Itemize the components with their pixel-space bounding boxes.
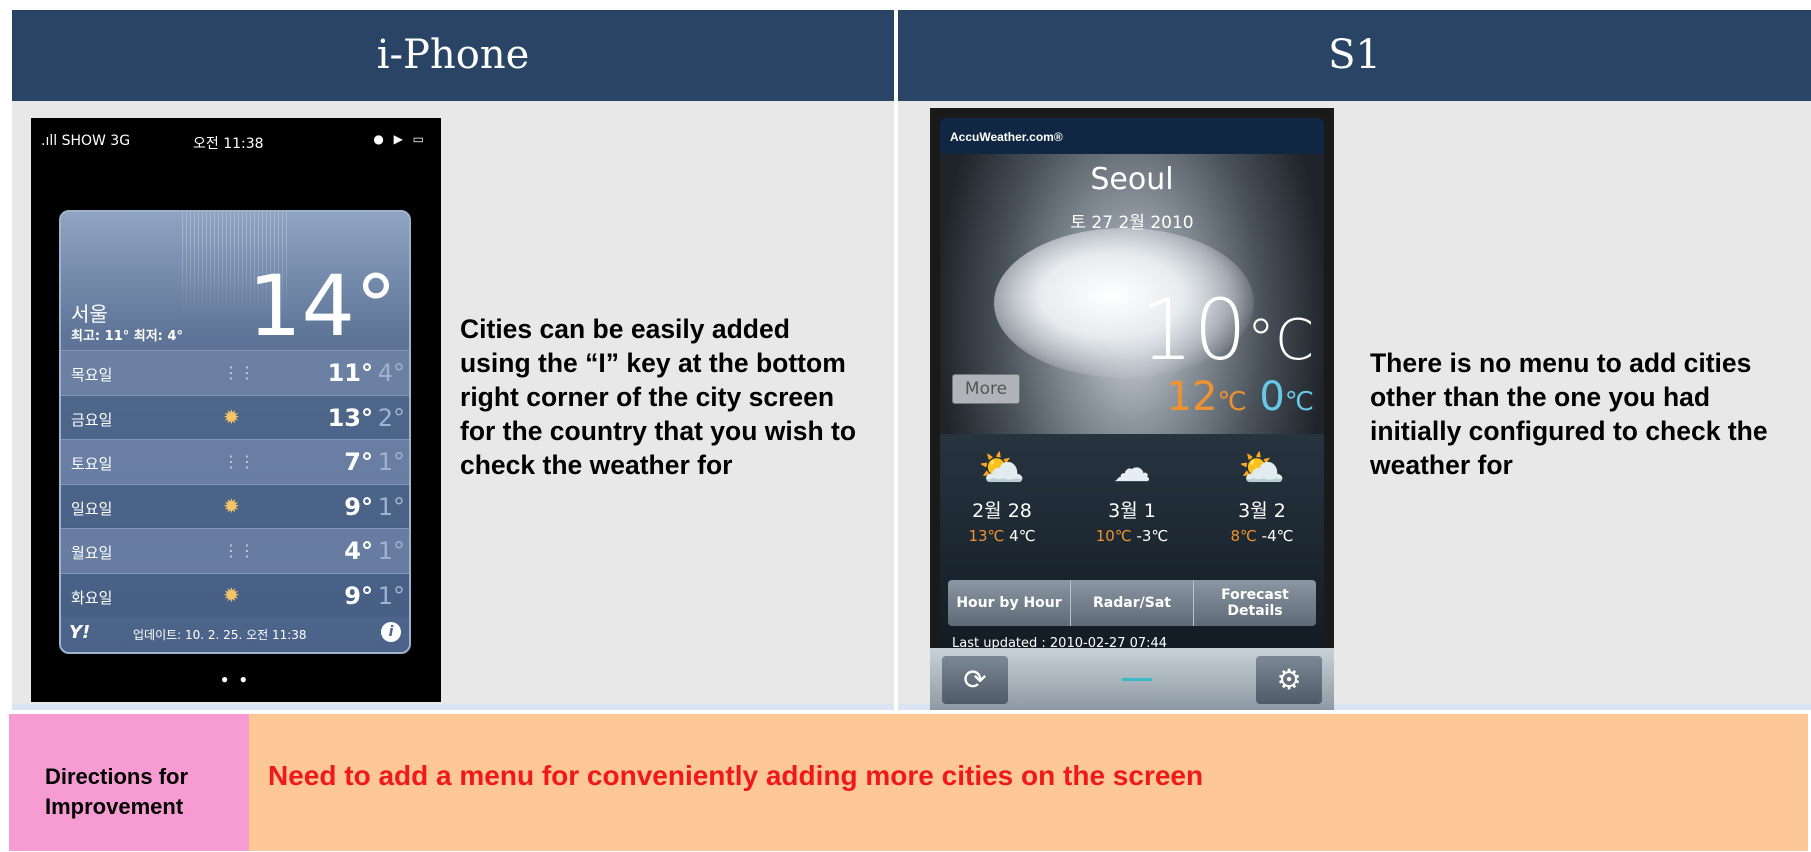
gear-icon[interactable]: ⚙ [1256, 656, 1322, 704]
forecast-date: 3월 2 [1238, 500, 1286, 522]
improvement-text: Need to add a menu for conveniently addi… [268, 760, 1204, 791]
sun-icon: ✹ [223, 493, 240, 518]
forecast-day: 금요일 [71, 410, 113, 429]
info-icon[interactable]: i [381, 622, 401, 642]
current-temp-value: 10 [1140, 281, 1247, 379]
forecast-low: 2° [377, 403, 405, 432]
iphone-screenshot: .ıll SHOW 3G 오전 11:38 ● ▶ ▭ 서울 최고: 11° 최… [31, 118, 441, 702]
iphone-description: Cities can be easily added using the “I”… [460, 314, 857, 480]
forecast-temps: 8℃ -4℃ [1200, 527, 1324, 545]
current-temp: 14° [248, 257, 397, 355]
city-name: Seoul [1090, 162, 1174, 197]
forecast-day: 목요일 [71, 366, 113, 384]
forecast-row: 토요일 ⋮⋮ 7° 1° [61, 439, 409, 484]
forecast-low: 4℃ [1009, 527, 1036, 545]
sun-cloud-icon: ⛅ [1238, 446, 1286, 490]
page-indicator: ● ● [221, 672, 251, 686]
forecast-day: ⛅ 3월 2 8℃ -4℃ [1200, 434, 1324, 545]
forecast-high: 13° [327, 403, 373, 432]
forecast-row: 일요일 ✹ 9° 1° [61, 483, 409, 528]
forecast-date: 3월 1 [1108, 500, 1156, 522]
forecast-high: 10℃ [1095, 527, 1132, 545]
s1-bottom-bar: ⟳ ⚙ [930, 648, 1334, 710]
status-carrier: .ıll SHOW 3G [41, 133, 131, 149]
hour-by-hour-button[interactable]: Hour by Hour [948, 580, 1071, 626]
forecast-row: 금요일 ✹ 13° 2° [61, 394, 409, 439]
forecast-day: 토요일 [71, 455, 113, 473]
improvement-label: Directions for Improvement [45, 764, 189, 819]
forecast-low: -4℃ [1261, 527, 1294, 545]
date-label: 토 27 2월 2010 [1070, 213, 1194, 233]
forecast-high: 4° [344, 537, 373, 565]
improvement-bar: Directions for Improvement Need to add a… [9, 714, 1808, 851]
forecast-date: 2월 28 [972, 500, 1032, 522]
low-unit: ℃ [1284, 387, 1314, 417]
forecast-day: 화요일 [71, 588, 113, 607]
city-name: 서울 [71, 302, 108, 326]
rain-icon: ⋮⋮ [223, 541, 255, 560]
forecast-row: 월요일 ⋮⋮ 4° 1° [61, 528, 409, 573]
forecast-low: -3℃ [1136, 527, 1169, 545]
forecast-low: 1° [377, 581, 405, 610]
forecast-low: 1° [377, 492, 405, 521]
high-unit: ℃ [1217, 387, 1247, 417]
forecast-list: 목요일 ⋮⋮ 11° 4° 금요일 ✹ 13° 2° 토요일 ⋮⋮ 7° 1° … [61, 350, 409, 617]
panel-divider [12, 704, 894, 710]
status-bar: .ıll SHOW 3G 오전 11:38 ● ▶ ▭ [31, 118, 441, 152]
forecast-high: 11° [327, 359, 373, 387]
s1-panel-title: S1 [898, 10, 1811, 101]
forecast-low: 1° [377, 537, 405, 565]
sun-icon: ✹ [223, 404, 240, 429]
last-updated: Last updated : 2010-02-27 07:44 [952, 636, 1168, 648]
forecast-row: 목요일 ⋮⋮ 11° 4° [61, 350, 409, 395]
forecast-high: 8℃ [1230, 527, 1257, 545]
forecast-low: 1° [377, 448, 405, 476]
updated-time: 업데이트: 10. 2. 25. 오전 11:38 [133, 628, 307, 642]
forecast-day: ☁ 3월 1 10℃ -3℃ [1070, 434, 1194, 545]
s1-description: There is no menu to add cities other tha… [1370, 348, 1768, 480]
forecast-day: 월요일 [71, 544, 113, 562]
temp-unit: °C [1246, 308, 1314, 373]
accuweather-logo: AccuWeather.com® [950, 130, 1063, 144]
sun-icon: ✹ [223, 582, 240, 607]
forecast-temps: 13℃ 4℃ [940, 527, 1064, 545]
forecast-day: ⛅ 2월 28 13℃ 4℃ [940, 434, 1064, 545]
forecast-low: 4° [377, 359, 405, 387]
iphone-panel-title: i-Phone [12, 10, 894, 101]
forecast-high: 7° [344, 448, 373, 476]
weather-card: 서울 최고: 11° 최저: 4° 14° 목요일 ⋮⋮ 11° 4° 금요일 … [59, 210, 411, 654]
more-button[interactable]: More [952, 374, 1020, 404]
rain-icon: ⋮⋮ [223, 363, 255, 382]
s1-weather-screen: AccuWeather.com® Seoul 토 27 2월 2010 10°C… [940, 118, 1324, 648]
current-temp: 10°C [1140, 288, 1314, 383]
hi-lo-temp: 12℃ 0℃ [1167, 374, 1314, 420]
rain-icon: ⋮⋮ [223, 452, 255, 471]
weather-footer: Y! 업데이트: 10. 2. 25. 오전 11:38 i [61, 616, 409, 652]
forecast-high: 9° [344, 581, 373, 610]
rain-cloud-icon: ☁ [1113, 446, 1151, 490]
brand-bar: AccuWeather.com® [940, 118, 1324, 154]
radar-sat-button[interactable]: Radar/Sat [1071, 580, 1194, 626]
s1-screenshot: AccuWeather.com® Seoul 토 27 2월 2010 10°C… [930, 108, 1334, 710]
forecast-buttons: Hour by Hour Radar/Sat Forecast Details [948, 580, 1316, 626]
yahoo-logo: Y! [69, 622, 91, 643]
forecast-row: 화요일 ✹ 9° 1° [61, 572, 409, 617]
hi-lo-temp: 최고: 11° 최저: 4° [71, 329, 183, 344]
forecast-high: 13℃ [968, 527, 1005, 545]
status-icons: ● ▶ ▭ [373, 132, 427, 146]
status-time: 오전 11:38 [193, 136, 264, 152]
high-temp: 12 [1166, 374, 1218, 420]
page-indicator [1122, 678, 1152, 681]
sun-cloud-icon: ⛅ [978, 446, 1026, 490]
forecast-day: 일요일 [71, 499, 113, 518]
improvement-label-box: Directions for Improvement [9, 714, 249, 851]
forecast-temps: 10℃ -3℃ [1070, 527, 1194, 545]
low-temp: 0 [1259, 374, 1285, 420]
forecast-high: 9° [344, 492, 373, 521]
refresh-icon[interactable]: ⟳ [942, 656, 1008, 704]
forecast-panel: ⛅ 2월 28 13℃ 4℃ ☁ 3월 1 10℃ -3℃ ⛅ 3월 2 8℃ … [940, 434, 1324, 648]
forecast-details-button[interactable]: Forecast Details [1194, 580, 1316, 626]
